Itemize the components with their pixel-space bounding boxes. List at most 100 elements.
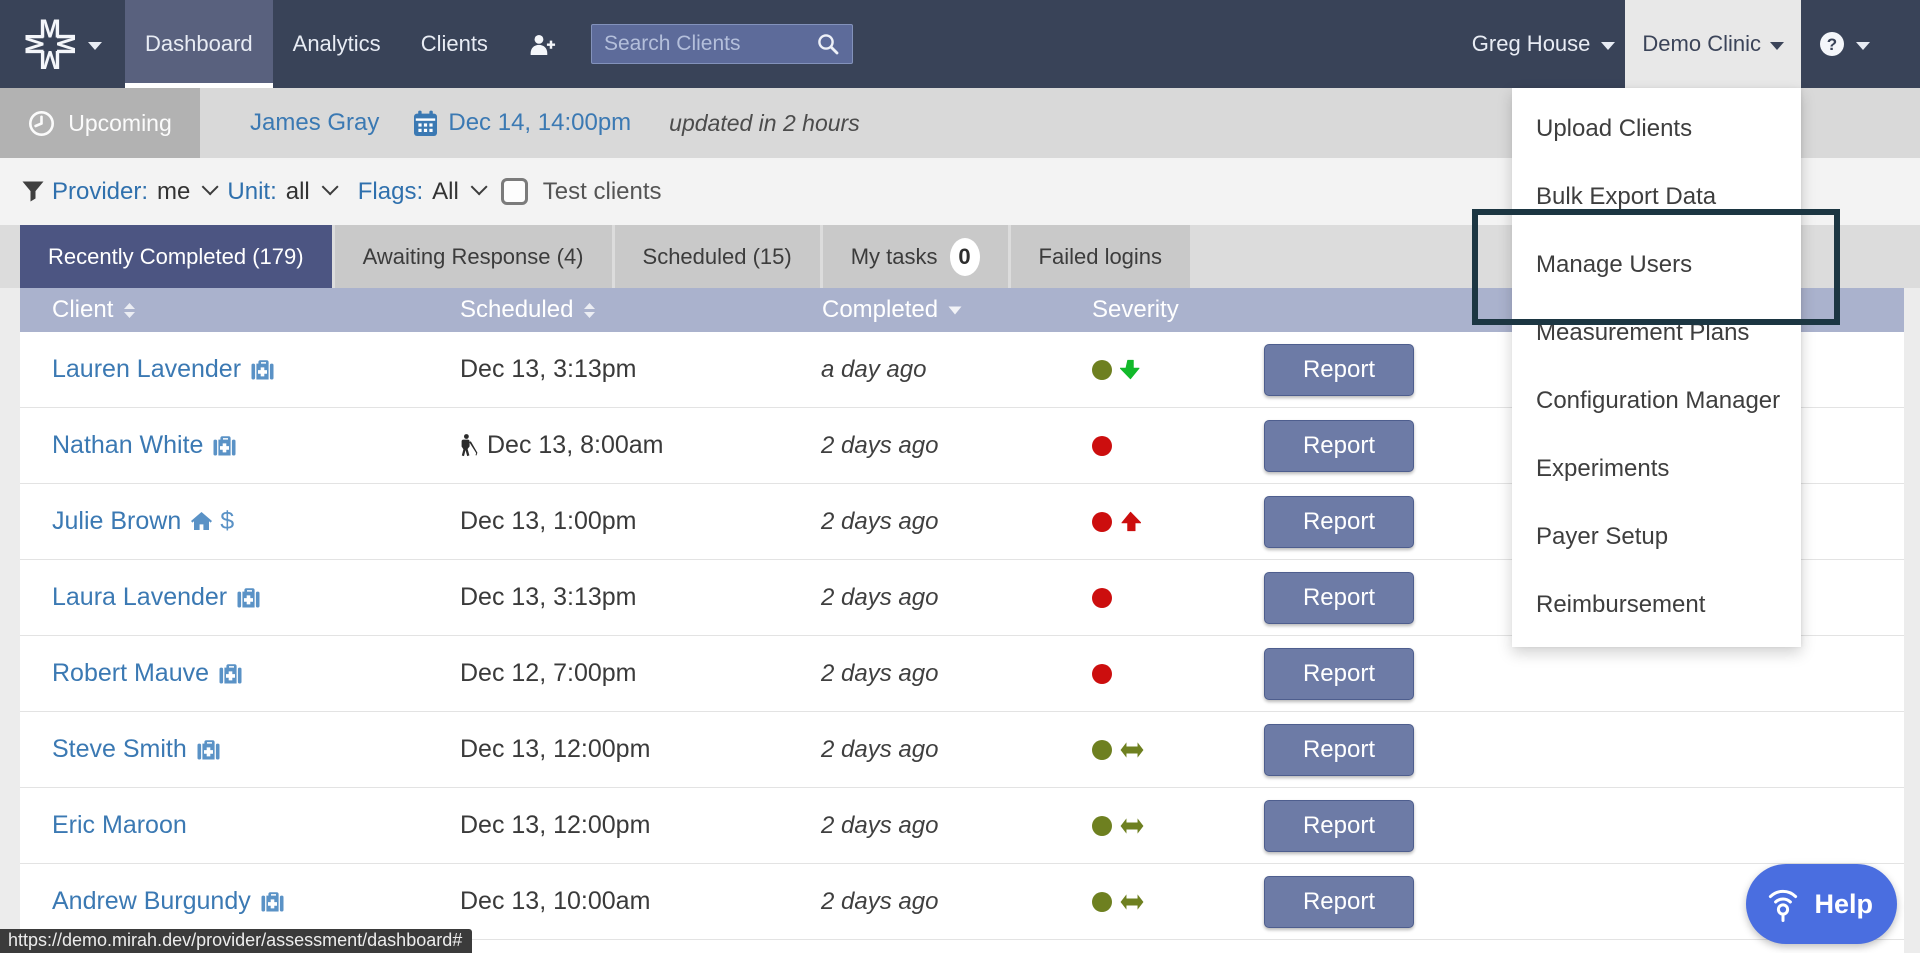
report-button[interactable]: Report [1264,572,1414,624]
report-button[interactable]: Report [1264,648,1414,700]
severity-dot-icon [1092,512,1112,532]
nav-item-analytics[interactable]: Analytics [273,0,401,88]
completed-text: 2 days ago [821,432,938,459]
tab-failed-logins[interactable]: Failed logins [1011,225,1191,288]
nav-item-clients[interactable]: Clients [401,0,508,88]
column-header-completed[interactable]: Completed [820,296,1090,324]
tab-scheduled[interactable]: Scheduled (15) [615,225,820,288]
unit-filter-value: all [286,178,310,206]
medkit-icon-wrap [197,739,220,760]
tab-recently-completed-label: Recently Completed (179) [48,244,304,270]
add-client-button[interactable] [508,0,577,88]
help-menu[interactable]: ? [1801,0,1920,88]
podcast-icon [1764,885,1802,923]
brand-menu[interactable]: M M M M [0,0,125,88]
user-menu[interactable]: Greg House [1462,0,1626,88]
severity-trend [1120,511,1141,532]
client-flag-icons [213,435,236,456]
flags-filter[interactable]: Flags: All [358,178,483,206]
column-header-client-label: Client [52,296,113,324]
tab-my-tasks[interactable]: My tasks 0 [823,225,1008,288]
dropdown-item-manage-users[interactable]: Manage Users [1512,231,1801,299]
completed-cell: 2 days ago [820,432,1090,460]
column-header-client[interactable]: Client [20,296,460,324]
severity-trend [1120,359,1141,380]
test-clients-checkbox[interactable] [501,178,528,205]
sort-both-icon [123,303,136,318]
client-name-link[interactable]: Nathan White [52,431,203,460]
client-name-link[interactable]: Robert Mauve [52,659,209,688]
help-menu-caret-icon [1856,42,1870,50]
unit-chevron-icon [321,178,338,195]
severity-arrow-leftright-icon-wrap [1120,817,1144,835]
client-name-link[interactable]: Lauren Lavender [52,355,241,384]
client-name-link[interactable]: Julie Brown [52,507,181,536]
severity-dot-icon [1092,436,1112,456]
report-button[interactable]: Report [1264,724,1414,776]
severity-cell [1090,664,1262,684]
completed-text: 2 days ago [821,736,938,763]
tab-recently-completed[interactable]: Recently Completed (179) [20,225,332,288]
dropdown-item-payer-setup[interactable]: Payer Setup [1512,503,1801,571]
help-button[interactable]: Help [1746,864,1897,944]
client-name-link[interactable]: Laura Lavender [52,583,227,612]
severity-dot-icon [1092,816,1112,836]
dropdown-item-experiments[interactable]: Experiments [1512,435,1801,503]
client-name-link[interactable]: Eric Maroon [52,811,187,840]
upcoming-updated-note: updated in 2 hours [669,110,860,137]
medkit-icon [237,587,260,608]
client-name-link[interactable]: Steve Smith [52,735,187,764]
search-clients-input[interactable] [604,32,816,56]
dropdown-item-bulk-export-data[interactable]: Bulk Export Data [1512,163,1801,231]
flags-filter-label: Flags: [358,178,423,206]
navbar-right: Greg House Demo Clinic ? [1462,0,1920,88]
tab-awaiting-response[interactable]: Awaiting Response (4) [335,225,612,288]
search-icon[interactable] [816,32,840,56]
scheduled-cell: Dec 13, 3:13pm [460,355,820,384]
svg-text:M: M [23,33,49,55]
column-header-completed-label: Completed [822,296,938,324]
client-name-link[interactable]: Andrew Burgundy [52,887,251,916]
clinic-menu-label: Demo Clinic [1642,31,1761,57]
sort-desc-icon [948,306,962,315]
column-header-severity: Severity [1090,296,1262,324]
report-button[interactable]: Report [1264,344,1414,396]
scheduled-text: Dec 12, 7:00pm [460,659,637,688]
column-header-scheduled[interactable]: Scheduled [460,296,820,324]
completed-cell: 2 days ago [820,508,1090,536]
report-button[interactable]: Report [1264,420,1414,472]
flags-chevron-icon [470,178,487,195]
provider-filter-label: Provider: [52,178,148,206]
unit-filter[interactable]: Unit: all [227,178,333,206]
upcoming-datetime-link[interactable]: Dec 14, 14:00pm [448,109,631,137]
scheduled-cell: Dec 13, 3:13pm [460,583,820,612]
home-icon [191,512,212,531]
user-menu-caret-icon [1601,42,1615,50]
nav-item-dashboard[interactable]: Dashboard [125,0,273,88]
nav-item-dashboard-label: Dashboard [145,31,253,57]
severity-arrow-down-icon [1120,359,1141,380]
dropdown-item-upload-clients[interactable]: Upload Clients [1512,95,1801,163]
dropdown-item-reimbursement[interactable]: Reimbursement [1512,571,1801,639]
report-button[interactable]: Report [1264,496,1414,548]
status-bar-url-text: https://demo.mirah.dev/provider/assessme… [8,930,462,951]
scheduled-cell: Dec 13, 10:00am [460,887,820,916]
clinic-menu[interactable]: Demo Clinic [1625,0,1801,88]
completed-text: 2 days ago [821,584,938,611]
dropdown-item-measurement-plans[interactable]: Measurement Plans [1512,299,1801,367]
dropdown-item-configuration-manager[interactable]: Configuration Manager [1512,367,1801,435]
upcoming-appointment: Dec 14, 14:00pm [413,109,631,137]
report-button[interactable]: Report [1264,876,1414,928]
table-row: Steve Smith Dec 13, 12:00pm 2 days ago R… [20,712,1904,788]
client-flag-icons [251,359,274,380]
upcoming-chip[interactable]: Upcoming [0,88,200,158]
client-flag-icons [237,587,260,608]
brand-caret-icon [88,42,102,50]
severity-cell [1090,359,1262,380]
mirah-logo-icon: M M M M [23,17,77,71]
help-button-label: Help [1814,889,1873,920]
report-button[interactable]: Report [1264,800,1414,852]
severity-dot-icon [1092,360,1112,380]
provider-filter[interactable]: Provider: me [52,178,214,206]
upcoming-client-link[interactable]: James Gray [250,109,379,137]
